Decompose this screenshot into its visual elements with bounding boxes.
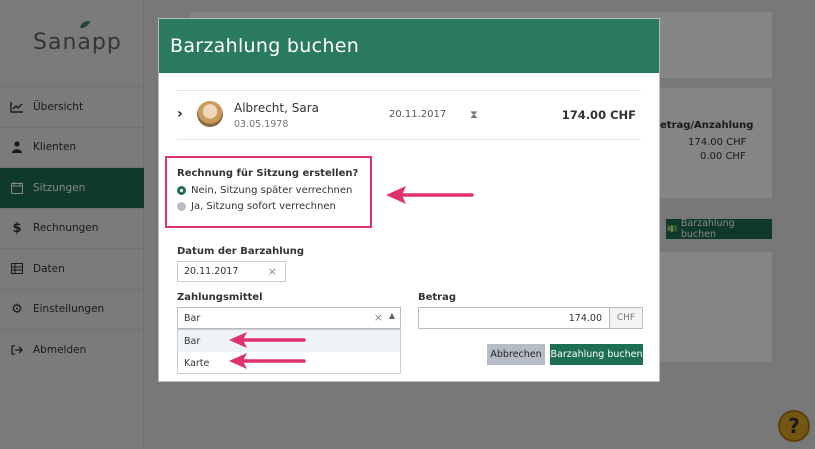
chevron-right-icon[interactable]: › — [177, 106, 183, 122]
annotation-arrow-karte — [229, 353, 306, 369]
cancel-button[interactable]: Abbrechen — [487, 344, 545, 365]
annotation-arrow-bar — [229, 332, 306, 348]
amount-input[interactable]: 174.00 — [418, 307, 610, 329]
radio-label: Ja, Sitzung sofort verrechnen — [191, 201, 336, 212]
modal-header: Barzahlung buchen — [159, 19, 659, 73]
annotation-arrow-invoice — [386, 186, 474, 204]
patient-dob: 03.05.1978 — [234, 119, 289, 130]
clear-date-icon[interactable]: × — [268, 265, 277, 278]
radio-label: Nein, Sitzung später verrechnen — [191, 185, 353, 196]
radio-checked-icon[interactable] — [177, 186, 186, 195]
amount-currency: CHF — [610, 307, 643, 329]
radio-invoice-later[interactable]: Nein, Sitzung später verrechnen — [177, 185, 352, 196]
session-date: 20.11.2017 — [389, 109, 447, 120]
patient-row[interactable]: › Albrecht, Sara 03.05.1978 20.11.2017 ⧗… — [177, 90, 641, 140]
radio-unchecked-icon[interactable] — [177, 202, 186, 211]
amount-value: 174.00 — [568, 312, 602, 324]
session-amount: 174.00 CHF — [561, 108, 636, 122]
amount-label: Betrag — [418, 292, 457, 303]
avatar — [197, 101, 223, 127]
radio-invoice-now[interactable]: Ja, Sitzung sofort verrechnen — [177, 201, 336, 212]
invoice-option-box: Rechnung für Sitzung erstellen? Nein, Si… — [165, 156, 372, 228]
patient-name: Albrecht, Sara — [234, 101, 320, 115]
submit-cash-payment-button[interactable]: Barzahlung buchen — [550, 344, 643, 365]
payment-method-select[interactable]: Bar × ▲ — [177, 307, 401, 329]
invoice-question: Rechnung für Sitzung erstellen? — [177, 168, 359, 179]
payment-method-value: Bar — [184, 312, 201, 324]
caret-up-icon[interactable]: ▲ — [389, 311, 395, 320]
date-label: Datum der Barzahlung — [177, 246, 305, 257]
hourglass-icon: ⧗ — [470, 108, 478, 121]
modal-title: Barzahlung buchen — [170, 35, 360, 57]
payment-date-input[interactable]: 20.11.2017 × — [177, 261, 286, 282]
clear-select-icon[interactable]: × — [374, 311, 383, 324]
payment-method-label: Zahlungsmittel — [177, 292, 263, 303]
date-value: 20.11.2017 — [184, 266, 239, 277]
